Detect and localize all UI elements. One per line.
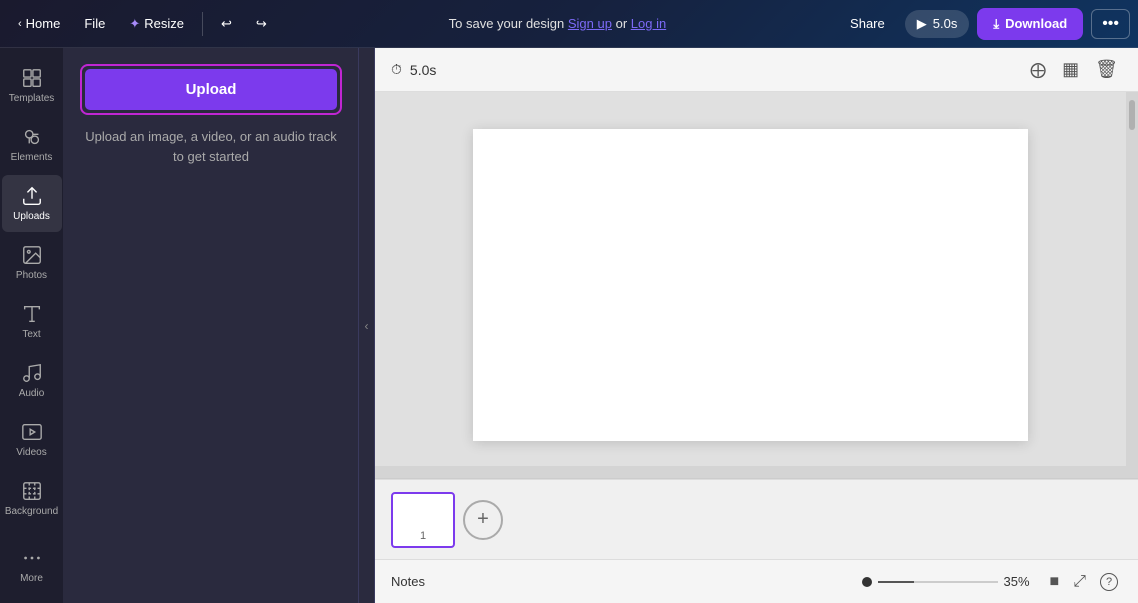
fullscreen-icon: ⤢ [1073,573,1086,590]
resize-label: Resize [144,16,184,31]
photos-label: Photos [16,270,47,281]
filmstrip-area: 1 + [375,478,1138,559]
more-icon: ••• [1102,15,1119,32]
zoom-controls: 35% ■ ⤢ ? [862,568,1122,595]
text-label: Text [22,329,40,340]
help-icon: ? [1100,573,1118,591]
vertical-scrollbar[interactable] [1126,92,1138,478]
home-button[interactable]: ‹ Home [8,10,70,37]
fit-icon: ■ [1050,573,1060,590]
canvas-toolbar-right: ⨁ ▦ 🗑 [1026,55,1122,84]
zoom-slider-track[interactable] [878,581,998,583]
text-icon [21,303,43,325]
copy-icon: ▦ [1062,59,1079,79]
fullscreen-btn[interactable]: ⤢ [1069,569,1090,595]
uploads-icon [21,185,43,207]
upload-label: Upload [186,81,237,98]
zoom-percent: 35% [1004,574,1040,589]
canvas-toolbar: ⏱ 5.0s ⨁ ▦ 🗑 [375,48,1138,92]
upload-button[interactable]: Upload [85,69,337,110]
nav-right: Share ▶ 5.0s ⤓ Download ••• [838,8,1130,40]
download-label: Download [1005,16,1067,31]
more-label: More [20,573,43,584]
resize-icon: ✦ [129,16,140,32]
videos-icon [21,421,43,443]
templates-label: Templates [9,93,55,104]
download-icon: ⤓ [993,16,999,32]
upload-hint: Upload an image, a video, or an audio tr… [80,127,342,166]
help-btn[interactable]: ? [1096,568,1122,595]
add-page-icon-btn[interactable]: ⨁ [1026,55,1050,84]
sidebar-item-uploads[interactable]: Uploads [2,175,62,232]
sidebar-item-videos[interactable]: Videos [2,411,62,468]
main-layout: Templates Elements Uploads [0,48,1138,603]
sidebar-item-background[interactable]: Background [2,470,62,527]
home-label: Home [26,16,61,31]
more-sidebar-icon [21,547,43,569]
more-options-button[interactable]: ••• [1091,9,1130,39]
add-page-button[interactable]: + [463,500,503,540]
delete-page-btn[interactable]: 🗑 [1091,55,1122,84]
file-label: File [84,16,105,31]
canvas-scroll-area[interactable] [375,92,1126,478]
copy-page-btn[interactable]: ▦ [1058,55,1083,84]
undo-icon: ↩ [221,16,232,32]
resize-button[interactable]: ✦ Resize [119,10,194,38]
undo-button[interactable]: ↩ [211,10,242,38]
sidebar-item-more[interactable]: More [2,537,62,594]
background-icon [21,480,43,502]
filmstrip-page-1[interactable]: 1 [391,492,455,548]
templates-icon [21,67,43,89]
fit-page-btn[interactable]: ■ [1046,569,1064,595]
nav-divider [202,12,203,36]
download-button[interactable]: ⤓ Download [977,8,1083,40]
audio-icon [21,362,43,384]
bottom-bar: Notes 35% ■ ⤢ ? [375,559,1138,603]
play-icon: ▶ [917,16,927,32]
zoom-dot [862,577,872,587]
sidebar-item-audio[interactable]: Audio [2,352,62,409]
trash-icon: 🗑 [1095,59,1118,79]
file-button[interactable]: File [74,10,115,37]
sidebar-item-photos[interactable]: Photos [2,234,62,291]
elements-icon [21,126,43,148]
plus-icon: + [477,508,489,531]
scroll-thumb [1129,100,1135,130]
canvas-area: ⏱ 5.0s ⨁ ▦ 🗑 [375,48,1138,603]
play-time: 5.0s [933,16,958,31]
add-page-icon: ⨁ [1030,62,1046,79]
upload-button-wrapper: Upload [80,64,342,115]
canvas-toolbar-left: ⏱ 5.0s [391,61,436,78]
back-arrow-icon: ‹ [18,18,22,30]
collapse-icon: ‹ [365,319,369,333]
sidebar-item-templates[interactable]: Templates [2,57,62,114]
sidebar: Templates Elements Uploads [0,48,64,603]
notes-label: Notes [391,574,425,589]
page-number-1: 1 [420,530,426,542]
uploads-label: Uploads [13,211,50,222]
navbar: ‹ Home File ✦ Resize ↩ ↪ To save your de… [0,0,1138,48]
collapse-handle[interactable]: ‹ [359,48,375,603]
play-button[interactable]: ▶ 5.0s [905,10,970,38]
save-prompt: To save your design Sign up or Log in [281,16,834,31]
sidebar-item-text[interactable]: Text [2,293,62,350]
canvas-duration: 5.0s [410,62,436,78]
background-label: Background [5,506,58,517]
login-link[interactable]: Log in [631,16,666,31]
horizontal-scrollbar[interactable] [375,466,1126,478]
photos-icon [21,244,43,266]
elements-label: Elements [11,152,53,163]
canvas-page [473,129,1028,441]
audio-label: Audio [19,388,45,399]
share-button[interactable]: Share [838,10,897,37]
clock-icon: ⏱ [391,61,402,78]
filmstrip: 1 + [375,479,1138,559]
sidebar-item-elements[interactable]: Elements [2,116,62,173]
redo-icon: ↪ [256,16,267,32]
videos-label: Videos [16,447,46,458]
signup-link[interactable]: Sign up [568,16,612,31]
uploads-panel: Upload Upload an image, a video, or an a… [64,48,359,603]
redo-button[interactable]: ↪ [246,10,277,38]
